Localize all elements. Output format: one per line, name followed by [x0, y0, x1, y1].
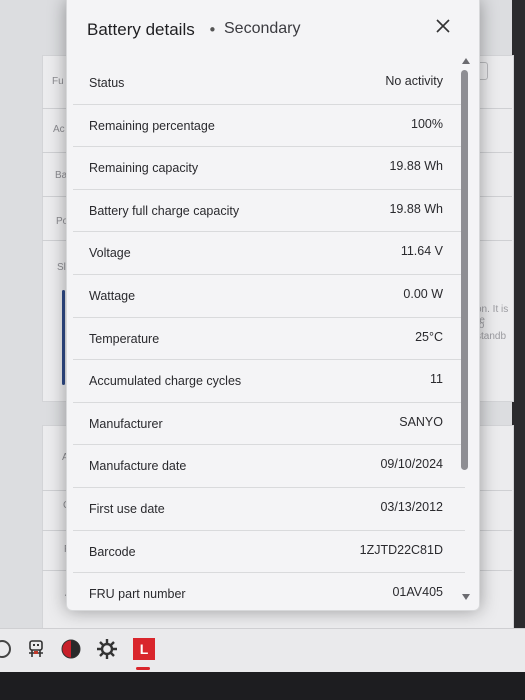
detail-value: 100%	[411, 116, 443, 131]
lenovo-vantage-icon: L	[133, 638, 155, 660]
detail-row-manufacture-date: Manufacture date 09/10/2024	[73, 445, 465, 488]
detail-label: Remaining capacity	[89, 161, 199, 176]
detail-label: Temperature	[89, 331, 160, 346]
detail-label: Manufacture date	[89, 459, 187, 474]
taskbar-app-lenovo-vantage[interactable]: L	[132, 637, 156, 661]
detail-value: 01AV405	[392, 585, 443, 600]
scroll-down-arrow-icon[interactable]	[462, 594, 470, 600]
detail-value: 09/10/2024	[380, 457, 443, 472]
scroll-up-arrow-icon[interactable]	[462, 58, 470, 64]
taskbar-app-robot[interactable]	[24, 637, 48, 661]
background-accent-bar	[62, 290, 65, 385]
background-description-fragment: to standb	[476, 320, 507, 342]
dialog-scrollbar[interactable]	[459, 58, 473, 606]
detail-label: First use date	[89, 501, 165, 516]
detail-value: No activity	[385, 74, 443, 88]
detail-label: Status	[89, 76, 125, 90]
detail-label: Barcode	[89, 544, 136, 559]
robot-icon	[29, 640, 43, 657]
circle-icon	[0, 640, 11, 658]
screen-bezel	[0, 672, 525, 700]
detail-label: Battery full charge capacity	[89, 203, 240, 218]
vantage-letter: L	[139, 641, 149, 657]
scroll-thumb[interactable]	[461, 70, 468, 470]
detail-value: 11.64 V	[400, 244, 443, 259]
detail-value: 03/13/2012	[380, 499, 443, 514]
detail-value: 25°C	[415, 329, 443, 344]
detail-value: 11	[430, 372, 443, 387]
detail-value: SANYO	[399, 414, 443, 429]
battery-details-dialog: Battery details • Secondary Status No ac…	[66, 0, 480, 611]
detail-row-barcode: Barcode 1ZJTD22C81D	[73, 531, 465, 574]
taskbar-app-partial[interactable]	[0, 637, 14, 661]
title-separator: •	[208, 21, 217, 39]
detail-row-remaining-percentage: Remaining percentage 100%	[73, 105, 465, 148]
close-icon	[436, 19, 450, 33]
dialog-subtitle: Secondary	[224, 20, 301, 37]
taskbar: L	[0, 628, 525, 673]
active-app-indicator	[136, 667, 150, 670]
detail-label: Remaining percentage	[89, 118, 215, 133]
detail-label: Accumulated charge cycles	[89, 374, 242, 389]
detail-row-full-charge-capacity: Battery full charge capacity 19.88 Wh	[73, 190, 465, 233]
detail-row-fru-part-number: FRU part number 01AV405	[73, 573, 465, 615]
background-label-fragment: Sl	[57, 262, 66, 273]
background-label-fragment: Ac	[53, 124, 65, 135]
background-label-fragment: Fu	[52, 76, 64, 87]
detail-row-status: Status No activity	[73, 62, 465, 105]
detail-row-remaining-capacity: Remaining capacity 19.88 Wh	[73, 147, 465, 190]
detail-row-charge-cycles: Accumulated charge cycles 11	[73, 360, 465, 403]
detail-row-temperature: Temperature 25°C	[73, 318, 465, 361]
detail-label: Voltage	[89, 246, 131, 261]
detail-label: FRU part number	[89, 587, 186, 602]
dialog-title: Battery details	[87, 20, 195, 39]
detail-label: Wattage	[89, 288, 136, 303]
detail-row-manufacturer: Manufacturer SANYO	[73, 403, 465, 446]
dialog-header: Battery details • Secondary	[67, 0, 479, 62]
battery-details-list[interactable]: Status No activity Remaining percentage …	[73, 62, 465, 615]
taskbar-app-settings[interactable]	[95, 637, 119, 661]
detail-label: Manufacturer	[89, 416, 163, 431]
gear-icon	[97, 639, 117, 659]
taskbar-app-red-ball[interactable]	[59, 637, 83, 661]
detail-value: 19.88 Wh	[389, 159, 443, 174]
detail-row-first-use-date: First use date 03/13/2012	[73, 488, 465, 531]
detail-row-wattage: Wattage 0.00 W	[73, 275, 465, 318]
detail-row-voltage: Voltage 11.64 V	[73, 232, 465, 275]
detail-value: 0.00 W	[403, 286, 443, 301]
detail-value: 19.88 Wh	[389, 201, 443, 216]
red-ball-icon	[61, 639, 81, 659]
detail-value: 1ZJTD22C81D	[359, 542, 443, 557]
close-button[interactable]	[431, 14, 455, 38]
